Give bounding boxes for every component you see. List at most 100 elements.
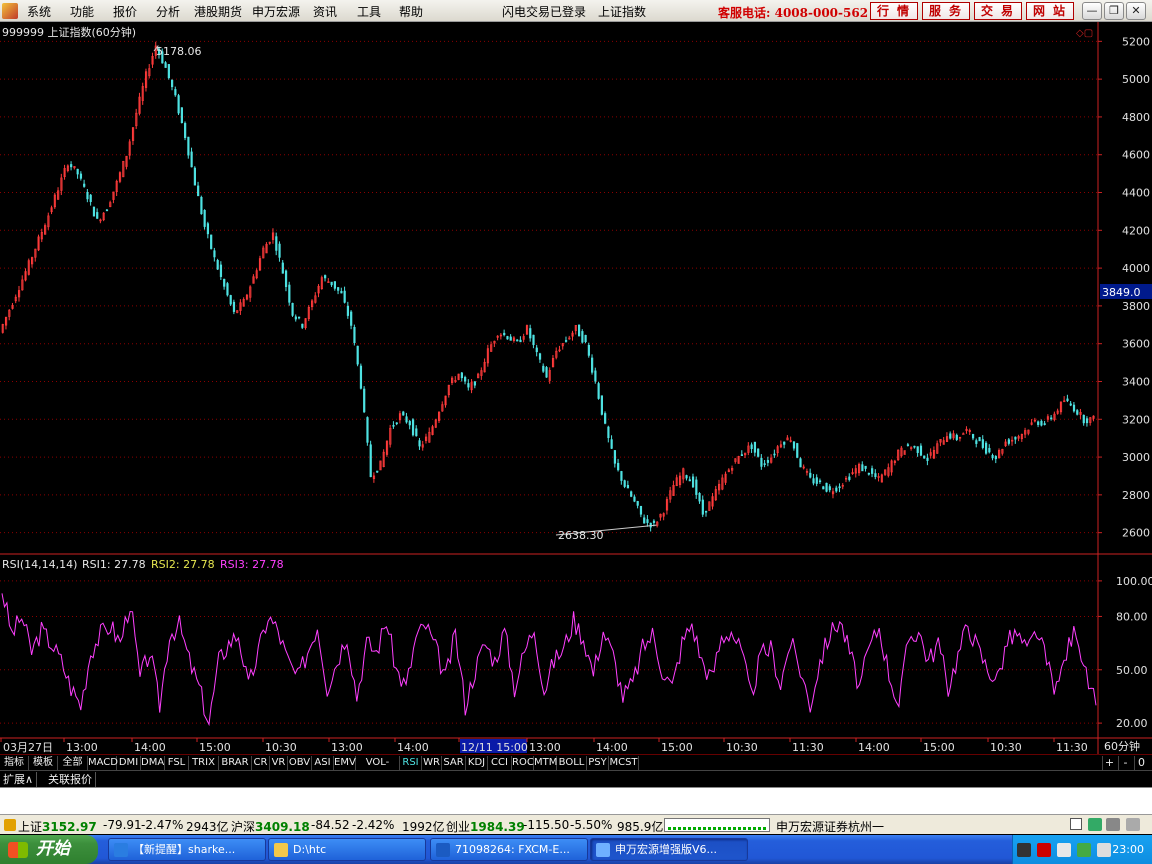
candle-body	[346, 305, 350, 316]
hotline-text: 客服电话: 4008-000-562	[718, 6, 869, 20]
indicator-tab-cr[interactable]: CR	[252, 756, 270, 770]
candle-body	[581, 331, 584, 343]
indicator-tab-mtm[interactable]: MTM	[534, 756, 557, 770]
candle-body	[825, 482, 828, 492]
close-icon[interactable]: ✕	[1126, 2, 1146, 20]
tray-settings-icon[interactable]	[1106, 818, 1120, 831]
indicator-tab-fsl[interactable]: FSL	[165, 756, 189, 770]
indicator-tab-vr[interactable]: VR	[270, 756, 288, 770]
candle-body	[815, 477, 818, 484]
indicator-tab-dma[interactable]: DMA	[141, 756, 165, 770]
panel-toggle-icon[interactable]: ◇▢	[1076, 28, 1093, 39]
kline-chart[interactable]: 2600 2800 3000 3200 3400 3600 3800 4000 4200 4400…	[0, 22, 1152, 754]
menu-item-tools[interactable]: 工具	[357, 3, 381, 20]
network-icon[interactable]	[1088, 818, 1102, 831]
index-ticker-bar: 上证3152.97 -79.91 -2.47% 2943亿 沪深3409.18 …	[0, 814, 1152, 834]
task-folder[interactable]: D:\htc	[268, 838, 426, 861]
ticker-cy[interactable]: 创业1984.39	[446, 818, 525, 835]
service-button[interactable]: 服务	[922, 2, 970, 20]
task-swhy[interactable]: 申万宏源增强版V6...	[590, 838, 748, 861]
indicator-tab-roc[interactable]: ROC	[512, 756, 534, 770]
candle-body	[1082, 414, 1085, 424]
candle-body	[333, 281, 337, 289]
candle-body	[516, 339, 519, 342]
task-fxcm[interactable]: 71098264: FXCM-E...	[430, 838, 588, 861]
candle-body	[981, 439, 984, 448]
period-label[interactable]: 60分钟	[1104, 739, 1140, 753]
website-button[interactable]: 网站	[1026, 2, 1074, 20]
indicator-tab-sar[interactable]: SAR	[442, 756, 466, 770]
tray-app-icon[interactable]	[1037, 843, 1051, 857]
indicator-tab-kdj[interactable]: KDJ	[466, 756, 488, 770]
ticker-sh[interactable]: 上证3152.97	[18, 818, 97, 835]
indicator-tab-wr[interactable]: WR	[422, 756, 442, 770]
task-browser[interactable]: 【新提醒】sharke...	[108, 838, 266, 861]
menu-item-analysis[interactable]: 分析	[156, 3, 180, 20]
indicator-tab-全部[interactable]: 全部	[58, 756, 88, 770]
menu-item-quote[interactable]: 报价	[113, 3, 137, 20]
menu-item-function[interactable]: 功能	[70, 3, 94, 20]
price-tick-label: 3800	[1122, 300, 1150, 313]
tray-volume-icon[interactable]	[1057, 843, 1071, 857]
candle-body	[848, 476, 851, 480]
rsi2-value: RSI2: 27.78	[151, 558, 215, 571]
candle-body	[210, 234, 213, 249]
indicator-tab-asi[interactable]: ASI	[312, 756, 334, 770]
candle-body	[971, 434, 975, 439]
candle-body	[350, 311, 353, 326]
indicator-tab-emv[interactable]: EMV	[334, 756, 356, 770]
indicator-tab-cci[interactable]: CCI	[488, 756, 512, 770]
current-price-label: 3849.0	[1102, 286, 1141, 299]
related-quote-tab[interactable]: 关联报价	[45, 772, 96, 787]
indicator-tab-psy[interactable]: PSY	[587, 756, 609, 770]
tab-control-1[interactable]: -	[1118, 756, 1132, 770]
tab-control-0[interactable]: +	[1102, 756, 1116, 770]
candle-body	[643, 517, 646, 524]
restore-icon[interactable]: ❐	[1104, 2, 1124, 20]
indicator-tab-boll[interactable]: BOLL	[557, 756, 587, 770]
indicator-tab-macd[interactable]: MACD	[88, 756, 118, 770]
indicator-tab-brar[interactable]: BRAR	[219, 756, 252, 770]
indicator-tab-dmi[interactable]: DMI	[117, 756, 141, 770]
indicator-tab-obv[interactable]: OBV	[288, 756, 312, 770]
task-label: 申万宏源增强版V6...	[615, 843, 718, 856]
tab-control-2[interactable]: 0	[1134, 756, 1148, 770]
candle-body	[294, 316, 297, 320]
menu-item-system[interactable]: 系统	[27, 3, 51, 20]
start-button[interactable]: 开始	[0, 835, 98, 864]
indicator-tab-trix[interactable]: TRIX	[189, 756, 219, 770]
candle-body	[926, 457, 929, 461]
tray-arrow-icon[interactable]	[1017, 843, 1031, 857]
window-icon[interactable]	[1070, 818, 1082, 830]
candle-body	[991, 455, 994, 459]
menu-item-hk-futures[interactable]: 港股期货	[194, 3, 242, 20]
candle-body	[105, 209, 109, 212]
rsi-tick-label: 100.00	[1116, 575, 1152, 588]
indicator-tab-指标[interactable]: 指标	[0, 756, 29, 770]
candle-body	[923, 455, 926, 459]
rsi-tick-label: 20.00	[1116, 717, 1148, 730]
candle-body	[297, 316, 301, 319]
indicator-tab-模板[interactable]: 模板	[29, 756, 58, 770]
tray-tools-icon[interactable]	[1126, 818, 1140, 831]
current-symbol: 上证指数	[598, 5, 647, 19]
indicator-tab-rsi[interactable]: RSI	[400, 756, 422, 770]
price-tick-label: 5000	[1122, 73, 1150, 86]
tray-network-icon[interactable]	[1077, 843, 1091, 857]
ticker-hs[interactable]: 沪深3409.18	[231, 818, 310, 835]
indicator-tab-vol-tdx[interactable]: VOL-TDX	[356, 756, 400, 782]
menu-item-help[interactable]: 帮助	[399, 3, 423, 20]
time-tick-label: 15:00	[199, 741, 231, 754]
trade-button[interactable]: 交易	[974, 2, 1022, 20]
market-button[interactable]: 行情	[870, 2, 918, 20]
expand-tab[interactable]: 扩展∧	[0, 772, 38, 787]
tray-misc-icon[interactable]	[1097, 843, 1111, 857]
candle-body	[324, 275, 327, 279]
candle-body	[913, 445, 916, 448]
minimize-icon[interactable]: —	[1082, 2, 1102, 20]
windows-flag-icon	[8, 842, 28, 858]
indicator-tab-mcst[interactable]: MCST	[609, 756, 639, 770]
menu-item-swhy[interactable]: 申万宏源	[252, 3, 300, 20]
candle-body	[190, 151, 193, 168]
menu-item-news[interactable]: 资讯	[313, 3, 337, 20]
